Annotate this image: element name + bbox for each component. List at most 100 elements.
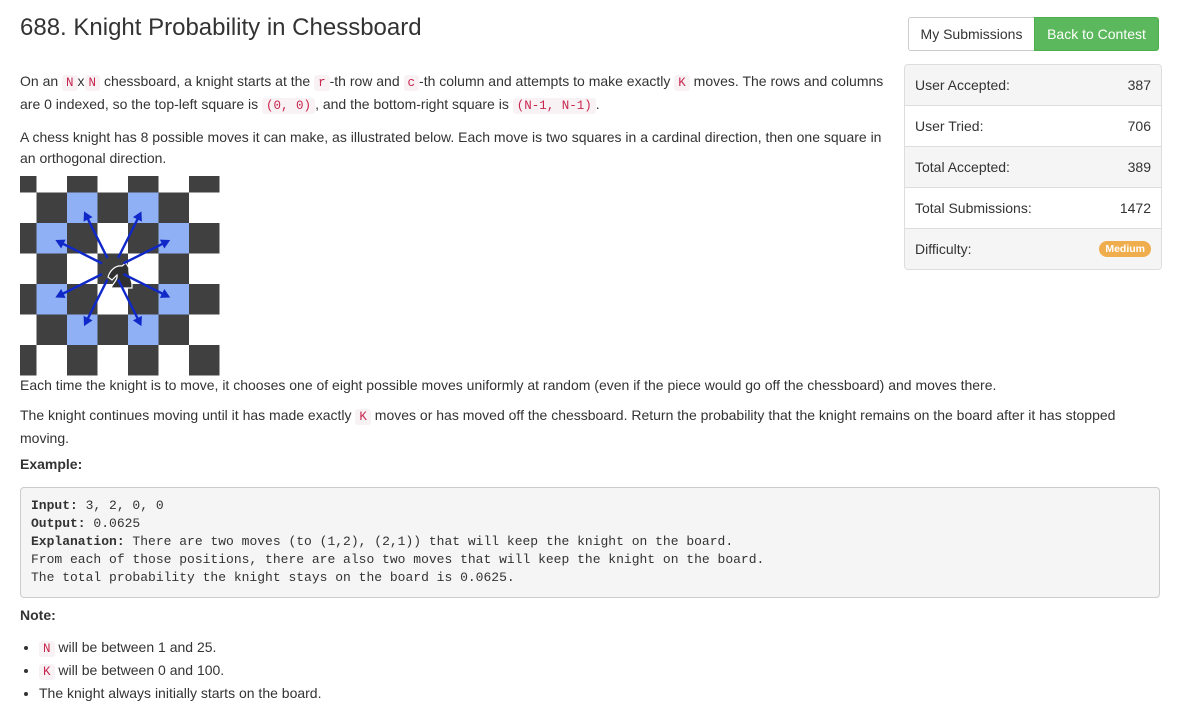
input-value: 3, 2, 0, 0 — [77, 498, 164, 513]
board-square — [20, 223, 37, 254]
inline-code: K — [39, 664, 55, 680]
board-square — [20, 192, 37, 223]
board-square — [128, 345, 159, 376]
inline-code: N — [84, 75, 101, 91]
inline-code: (N-1, N-1) — [512, 98, 596, 114]
inline-code: N — [39, 641, 55, 657]
board-square — [36, 176, 67, 193]
example-heading: Example: — [20, 456, 83, 472]
board-square — [20, 284, 37, 315]
text: On an — [20, 73, 63, 89]
stat-label: Total Accepted: — [915, 159, 1010, 175]
text: -th row and — [329, 73, 404, 89]
board-square — [36, 223, 67, 254]
inline-code: (0, 0) — [262, 98, 316, 114]
inline-code: N — [62, 75, 78, 91]
stat-difficulty: Difficulty: Medium — [905, 228, 1161, 269]
stat-user-accepted: User Accepted: 387 — [905, 65, 1161, 105]
board-square — [189, 345, 220, 376]
text: -th column and attempts to make exactly — [419, 73, 675, 89]
text: The knight always initially starts on th… — [39, 685, 322, 701]
text: x — [77, 73, 85, 89]
board-square — [158, 176, 189, 193]
problem-title: 688. Knight Probability in Chessboard — [20, 14, 422, 41]
board-square — [189, 284, 220, 315]
board-square — [158, 345, 189, 376]
board-square — [20, 253, 37, 284]
description-paragraph: A chess knight has 8 possible moves it c… — [20, 129, 882, 166]
board-square — [128, 314, 159, 345]
stat-label: Difficulty: — [915, 241, 972, 257]
explanation-line: The total probability the knight stays o… — [31, 570, 515, 585]
explanation-line: From each of those positions, there are … — [31, 552, 765, 567]
stat-value: 1472 — [1119, 200, 1151, 216]
text: The knight continues moving until it has… — [20, 407, 356, 423]
output-label: Output: — [31, 516, 86, 531]
stat-label: User Accepted: — [915, 77, 1010, 93]
board-square — [36, 314, 67, 345]
board-square — [36, 253, 67, 284]
note-list: N will be between 1 and 25. K will be be… — [0, 637, 321, 704]
board-square — [97, 176, 128, 193]
description-paragraph: On an NxN chessboard, a knight starts at… — [20, 71, 888, 117]
description-paragraph: The knight continues moving until it has… — [20, 405, 1150, 449]
stat-value: 706 — [1127, 118, 1151, 134]
board-square — [158, 314, 189, 345]
stat-value: 389 — [1127, 159, 1151, 175]
explanation-label: Explanation: — [31, 534, 125, 549]
inline-code: K — [355, 409, 371, 425]
list-item: K will be between 0 and 100. — [39, 660, 321, 683]
board-square — [128, 176, 159, 193]
board-square — [67, 176, 98, 193]
note-heading: Note: — [20, 607, 56, 623]
text: , and the bottom-right square is — [315, 96, 513, 112]
board-square — [67, 192, 98, 223]
difficulty-badge: Medium — [1099, 241, 1151, 257]
action-buttons: My Submissions Back to Contest — [908, 17, 1159, 51]
board-square — [189, 176, 220, 193]
inline-code: K — [674, 75, 690, 91]
input-label: Input: — [31, 498, 78, 513]
description-paragraph: Each time the knight is to move, it choo… — [20, 377, 997, 393]
description-continued: Each time the knight is to move, it choo… — [20, 375, 1150, 458]
text: will be between 0 and 100. — [54, 662, 225, 678]
board-square — [158, 284, 189, 315]
board-square — [97, 314, 128, 345]
board-square — [20, 176, 37, 193]
board-square — [158, 223, 189, 254]
board-square — [128, 192, 159, 223]
output-value: 0.0625 — [85, 516, 141, 531]
board-square — [158, 253, 189, 284]
stat-user-tried: User Tried: 706 — [905, 105, 1161, 146]
stat-label: User Tried: — [915, 118, 984, 134]
explanation-text: There are two moves (to (1,2), (2,1)) th… — [124, 534, 734, 549]
board-square — [189, 223, 220, 254]
back-to-contest-button[interactable]: Back to Contest — [1034, 17, 1159, 51]
list-item: N will be between 1 and 25. — [39, 637, 321, 660]
list-item: The knight always initially starts on th… — [39, 683, 321, 704]
knight-moves-diagram — [20, 176, 220, 376]
board-square — [189, 253, 220, 284]
stat-label: Total Submissions: — [915, 200, 1032, 216]
board-square — [20, 345, 37, 376]
stats-panel: User Accepted: 387 User Tried: 706 Total… — [904, 64, 1162, 270]
board-square — [97, 192, 128, 223]
problem-description: On an NxN chessboard, a knight starts at… — [20, 71, 888, 179]
stat-value: 387 — [1127, 77, 1151, 93]
example-block: Input: 3, 2, 0, 0 Output: 0.0625 Explana… — [20, 487, 1160, 598]
board-square — [67, 345, 98, 376]
board-square — [67, 314, 98, 345]
board-square — [189, 192, 220, 223]
board-square — [20, 314, 37, 345]
text: . — [595, 96, 600, 112]
inline-code: c — [403, 75, 420, 91]
inline-code: r — [314, 75, 330, 91]
text: will be between 1 and 25. — [54, 639, 217, 655]
board-square — [36, 345, 67, 376]
text: chessboard, a knight starts at the — [100, 73, 315, 89]
stat-total-accepted: Total Accepted: 389 — [905, 146, 1161, 187]
my-submissions-button[interactable]: My Submissions — [908, 17, 1035, 51]
board-square — [189, 314, 220, 345]
stat-total-submissions: Total Submissions: 1472 — [905, 187, 1161, 228]
board-square — [36, 284, 67, 315]
